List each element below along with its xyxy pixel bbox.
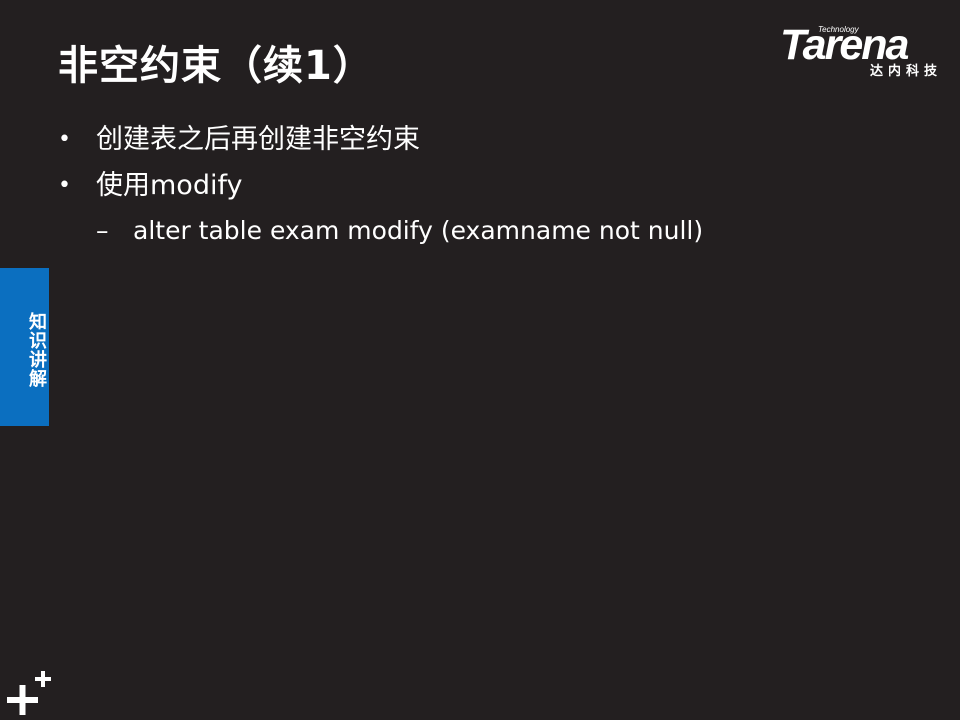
bullet-list: • 创建表之后再创建非空约束 • 使用modify – alter table …	[58, 118, 918, 252]
bullet-text: 创建表之后再创建非空约束	[96, 124, 420, 155]
logo-wordmark: Tarena	[780, 21, 909, 69]
bullet-item: • 使用modify	[58, 164, 918, 210]
sidetab-label: 知识讲解	[26, 312, 47, 388]
bullet-mark: •	[58, 173, 71, 198]
bullet-item: • 创建表之后再创建非空约束	[58, 118, 918, 164]
sub-bullet-mark: –	[96, 216, 109, 245]
bullet-mark: •	[58, 127, 71, 152]
knowledge-section-tab: 知识讲解	[0, 268, 49, 426]
bullet-text: 使用modify	[96, 170, 243, 201]
slide-title: 非空约束（续1）	[58, 43, 374, 89]
plus-icon	[7, 671, 51, 715]
tarena-logo: Technology Tarena 达内科技	[778, 22, 946, 84]
logo-chinese-name: 达内科技	[869, 64, 942, 79]
slide: 非空约束（续1） Technology Tarena 达内科技 • 创建表之后再…	[0, 0, 960, 720]
sub-bullet-item: – alter table exam modify (examname not …	[58, 210, 918, 252]
sub-bullet-text: alter table exam modify (examname not nu…	[133, 216, 704, 245]
